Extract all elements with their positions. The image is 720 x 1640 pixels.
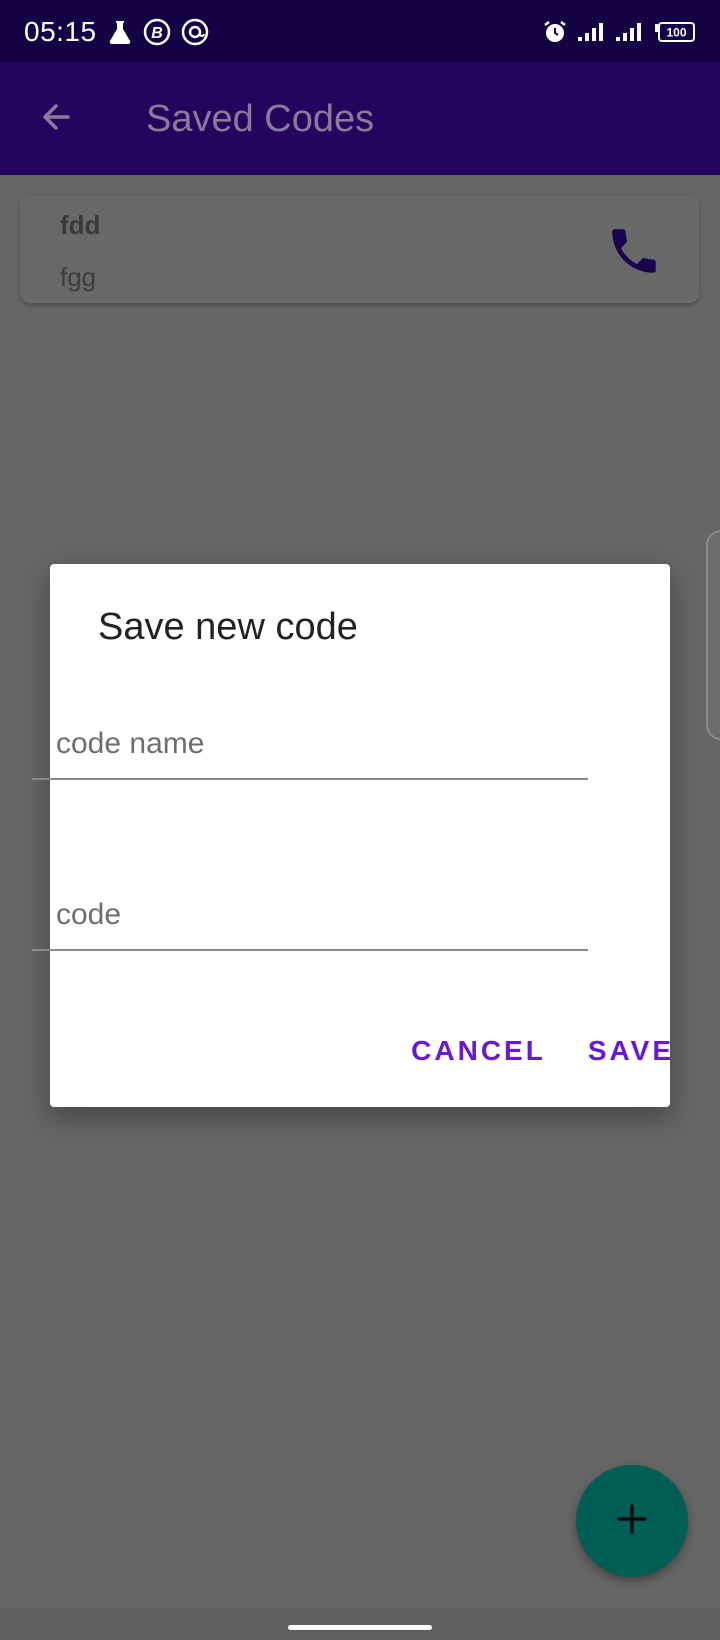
home-gesture-handle[interactable] [288, 1625, 432, 1630]
battery-level: 100 [666, 25, 686, 39]
status-time: 05:15 [24, 15, 97, 47]
signal-icon [578, 21, 606, 43]
back-button[interactable] [28, 91, 84, 147]
battery-icon: 100 [654, 21, 696, 43]
cancel-button[interactable]: CANCEL [411, 1035, 546, 1067]
svg-text:B: B [151, 25, 163, 42]
app-bar: Saved Codes [0, 63, 720, 175]
page-title: Saved Codes [146, 97, 375, 140]
saved-code-value: fgg [60, 262, 97, 292]
code-name-input[interactable] [32, 710, 588, 780]
at-circle-icon [181, 18, 209, 46]
b-circle-icon: B [143, 18, 171, 46]
call-button[interactable] [599, 218, 669, 288]
signal-icon [616, 21, 644, 43]
save-code-dialog: Save new code [50, 564, 670, 1107]
navigation-bar [0, 1608, 720, 1640]
phone-icon [605, 222, 663, 285]
status-left: 05:15 B [24, 16, 209, 48]
edge-panel-handle[interactable] [706, 530, 720, 740]
add-code-button[interactable] [576, 1465, 688, 1577]
status-bar: 05:15 B 100 [0, 0, 720, 63]
saved-code-card[interactable]: fdd fgg [20, 196, 699, 303]
dialog-actions: CANCEL SAVE [411, 1035, 674, 1067]
arrow-left-icon [38, 99, 74, 140]
status-right: 100 [542, 19, 696, 45]
dialog-title: Save new code [98, 606, 358, 648]
alarm-icon [542, 19, 568, 45]
plus-icon [615, 1502, 649, 1541]
save-button[interactable]: SAVE [588, 1035, 674, 1067]
saved-code-name: fdd [60, 210, 101, 240]
code-input[interactable] [32, 881, 588, 951]
flask-icon [107, 19, 133, 45]
